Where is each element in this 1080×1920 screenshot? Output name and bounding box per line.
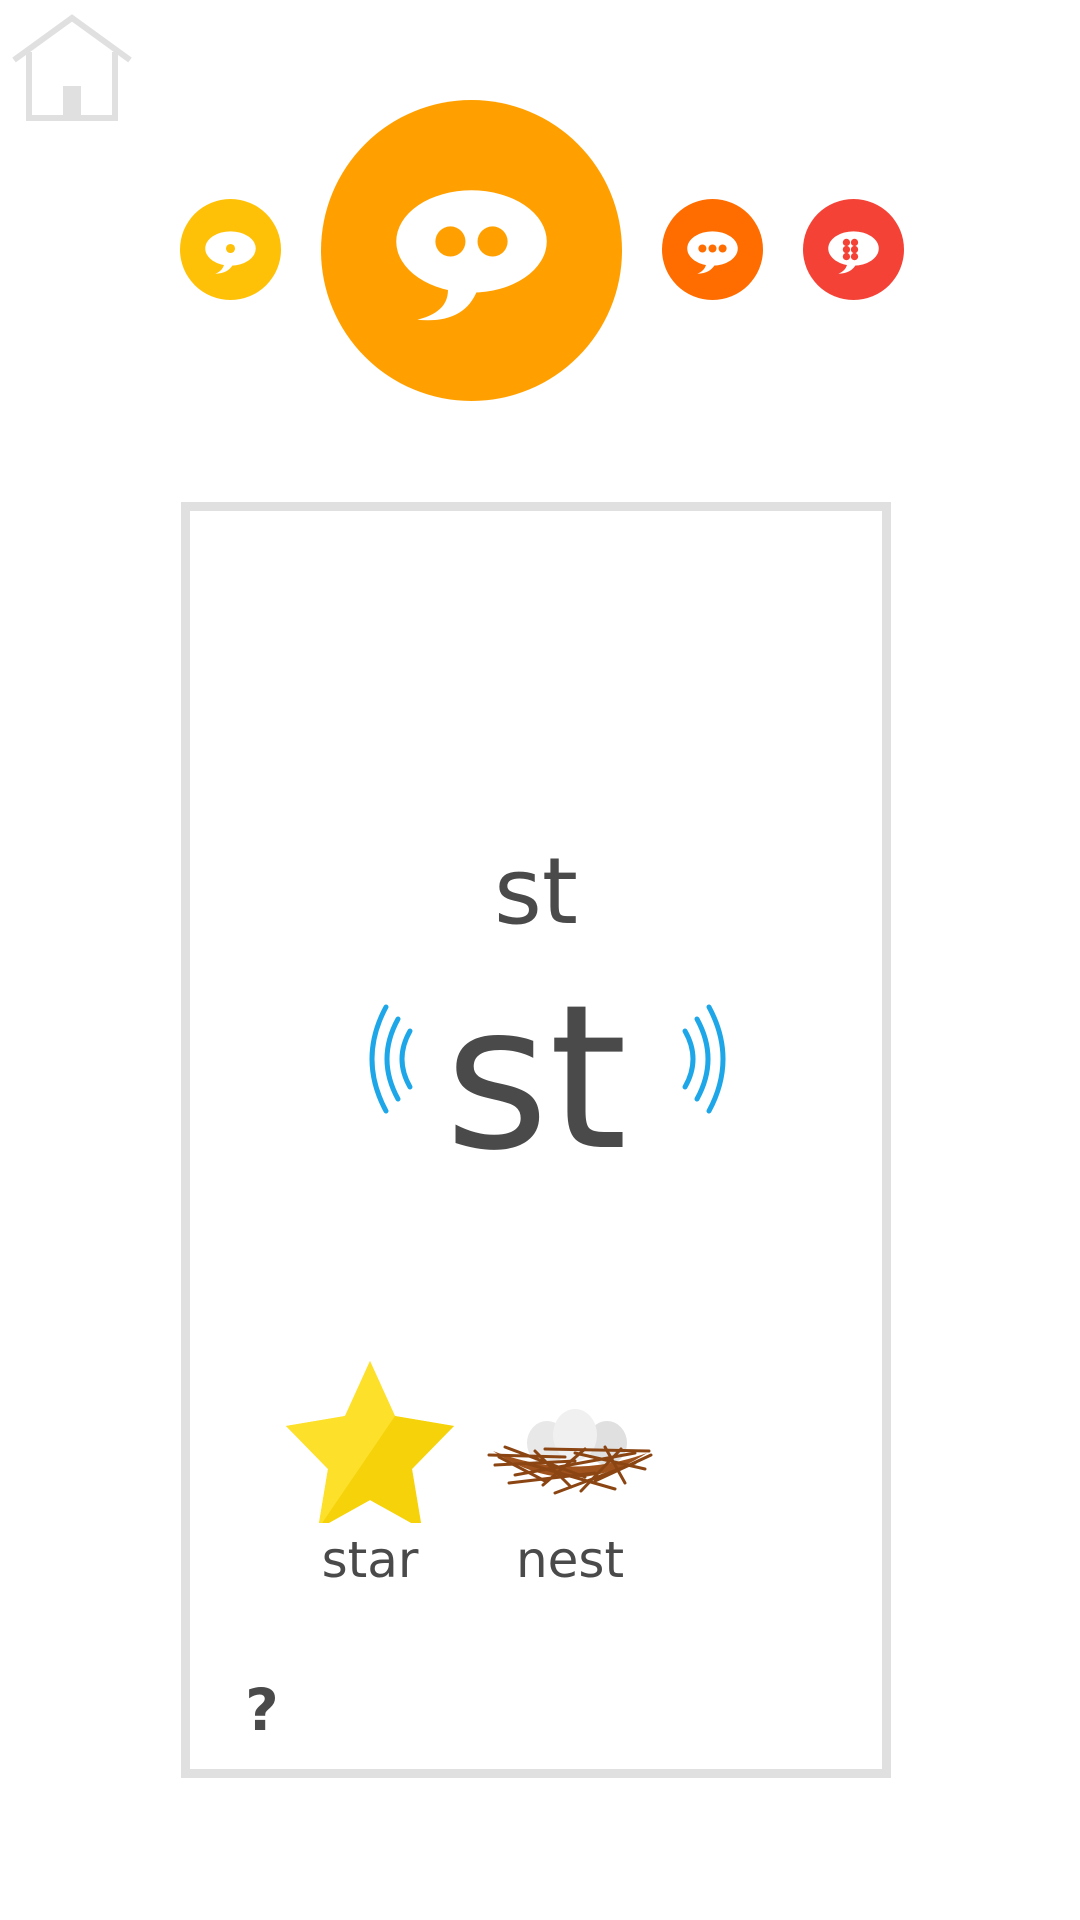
speech-bubble-six-dots-icon — [803, 199, 904, 300]
sound-right-icon[interactable] — [673, 999, 733, 1119]
speech-bubble-two-dots-icon — [321, 100, 622, 401]
level-4-button[interactable] — [803, 199, 904, 300]
help-button[interactable]: ? — [232, 1675, 292, 1745]
speech-bubble-one-dot-icon — [180, 199, 281, 300]
word-label: nest — [515, 1531, 625, 1589]
word-star-item[interactable]: star — [280, 1353, 460, 1593]
home-icon — [12, 14, 132, 121]
speech-bubble-three-dots-icon — [662, 199, 763, 300]
star-image — [286, 1361, 454, 1523]
word-nest-item[interactable]: nest — [480, 1353, 660, 1593]
phonics-card: st st star nest ? — [181, 502, 891, 1778]
grapheme-small-text: st — [493, 838, 578, 945]
level-3-button[interactable] — [662, 199, 763, 300]
word-label: star — [321, 1531, 419, 1589]
level-1-button[interactable] — [180, 199, 281, 300]
grapheme-large-button[interactable]: st — [190, 964, 882, 1194]
level-2-button[interactable] — [321, 100, 622, 401]
nest-image — [487, 1409, 653, 1495]
home-button[interactable] — [12, 14, 132, 122]
